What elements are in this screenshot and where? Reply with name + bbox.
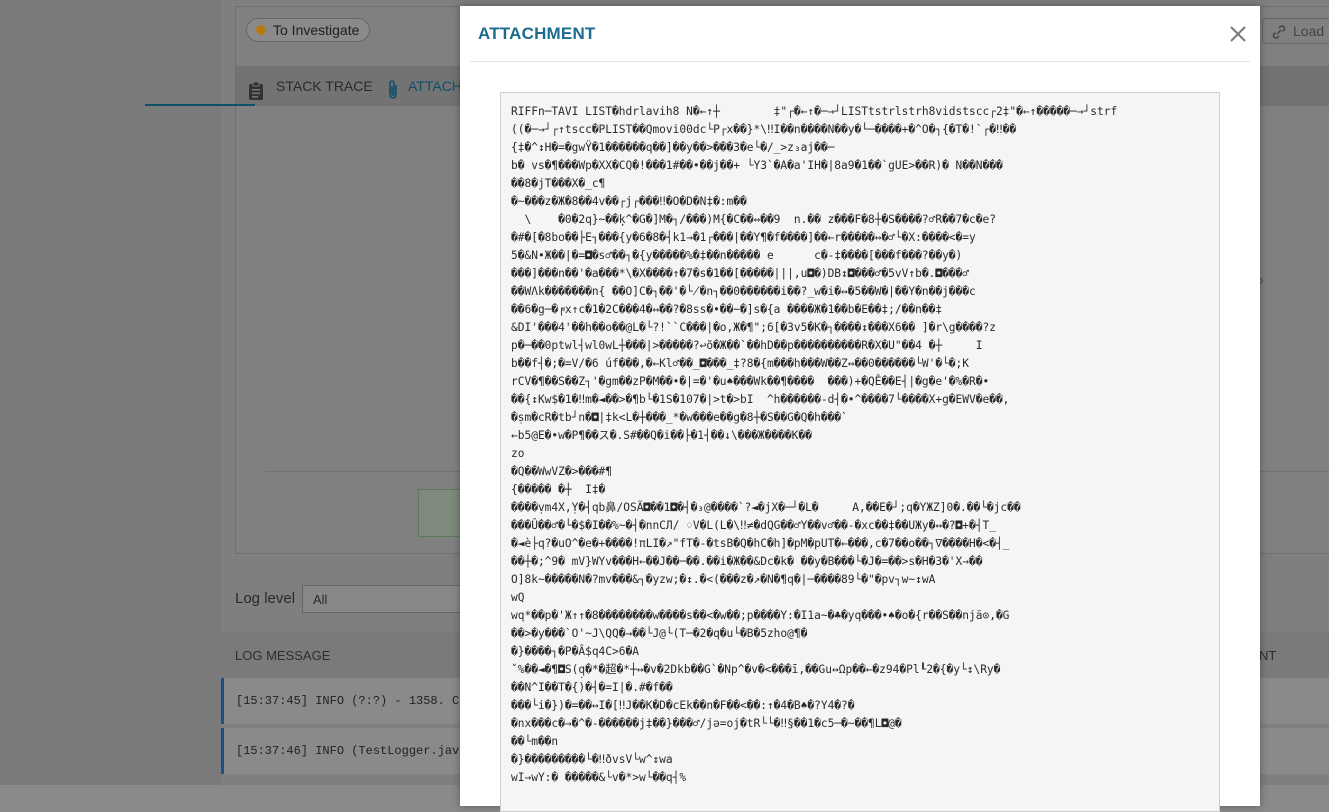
attachment-line: ���]���n��'�a���*\�X����↑�7�s�1��[�����|…: [511, 267, 970, 280]
attachment-line: ��{↕Kw$�1�‼m�◄��>�¶b└�1S�107�|>t�>bI ^h�…: [511, 393, 1010, 406]
attachment-line: rCV�¶��S��Z┐'�gm��zP�M��•�|=�'�u♠���Wk��…: [511, 375, 990, 388]
attachment-line: ��>�y���`O'~J\QQ�→��└J@└(T─�2�q�u└�B�5zh…: [511, 627, 808, 640]
attachment-line: RIFFn─TAVI LIST�hdrlavih8 N�←↑┼ ‡"┌�←↑�─…: [511, 105, 1118, 118]
log-level-select[interactable]: All: [302, 585, 472, 613]
left-sidebar: [0, 0, 221, 785]
attachment-line: �~���z�Ж�8��4v��┌j┌���‼�O�D�N‡�:m��: [511, 195, 747, 208]
attachment-line: ����̣vm4X,Ỵ�┤qb鼻/OSÃ◘��1◘�┤�₃@����`?◄�j…: [511, 501, 1021, 514]
attachment-line: wI→wY:� �����&└v�*>w└��q┤%: [511, 771, 687, 784]
log-level-label: Log level: [235, 590, 296, 607]
attachment-line: ((�─→┘┌↑tscc�PLIST��Qmovi00dc└P┌x��}*\‼I…: [511, 123, 1017, 136]
attachment-line: ���Û��♂�└�$�I��%~�┤�nnCЛ/ ♢V�L(L�\‼≠�dQG…: [511, 519, 996, 532]
attachment-line: {‡�^↕H�=�gwŸ�1������q��]��y��>���3�e└�/_…: [511, 141, 835, 154]
clipboard-icon: [248, 76, 264, 116]
close-button[interactable]: [1224, 20, 1252, 48]
attachment-line: wq*��p�'Ж↑↑�8��������w����s��<�w��;p����…: [511, 609, 1010, 622]
attachment-line: zo: [511, 447, 525, 460]
tab-stack-trace-label: STACK TRACE: [276, 78, 373, 94]
attachment-content[interactable]: RIFFn─TAVI LIST�hdrlavih8 N�←↑┼ ‡"┌�←↑�─…: [500, 92, 1220, 812]
attachment-line: �#�[�8bo��├E┐���{y�6�8�┤k1→�1┌���|��Y¶�f…: [511, 231, 976, 244]
modal-divider: [470, 61, 1250, 62]
tab-stack-trace[interactable]: STACK TRACE: [248, 66, 373, 106]
attachment-line: ��N^I��T�{)�┤�=I|�.#�f��: [511, 681, 673, 694]
load-button[interactable]: Load: [1262, 18, 1329, 44]
status-dot: [256, 25, 266, 35]
attachment-line: 5�&N•Ж��|�=◘�s♂��┐�{y�����%�‡��n����� e …: [511, 249, 963, 262]
active-tab-indicator: [145, 104, 255, 106]
attachment-line: \ �0�2q}~��ķ^�G�]M�┐/���)M{�C��↔��9 n.��…: [511, 213, 996, 226]
attachment-modal: ATTACHMENT RIFFn─TAVI LIST�hdrlavih8 N�←…: [460, 6, 1260, 812]
log-column-header-right[interactable]: NT: [1259, 648, 1276, 663]
attachment-line: ��6�g─�╒x↑c�1�2C���4�↔��?�8ss�•��~�]s�{a…: [511, 303, 943, 316]
attachment-line: ��┼�;^9� mV}WYv���H←��J��─��.��i�Ж��&Dc�…: [511, 555, 983, 568]
attachment-line: ←b5@E�•w�P¶��ス�.S#��Q�i��├�1┤��↓\���Ж���…: [511, 429, 812, 442]
attachment-line: wQ: [511, 591, 525, 604]
attachment-line: �◄è├q?�uO^�e�+����!πLI�↗"fT�-�tsB�Q�hC�h…: [511, 537, 1010, 550]
load-button-label: Load: [1293, 23, 1325, 39]
attachment-line: &DI'���4'��h��o��@L�└?!``C���|�o,Ж�¶";6[…: [511, 321, 996, 334]
attachment-line: �nx���c�→�^�-������j‡��}���♂/jə=oj�tR└└�…: [511, 717, 902, 730]
attachment-line: O]8k~�����N�?mv���&┐�yzw;�↕.�<(���z�↗�N�…: [511, 573, 936, 586]
attachment-line: �ṣm�cR�tb┘n�◘|‡k<L�┼���_*�w���e��g�8┼�S…: [511, 411, 848, 424]
attachment-line: b� vs�¶���Wp�XX�CQ�!���1#��•��j��+ └Y3`�…: [511, 159, 1003, 172]
attachment-line: ��WΛk�������n{ ��O]C�┐��'�└̸�n┐��0������…: [511, 285, 976, 298]
paperclip-icon: [386, 76, 400, 116]
status-badge[interactable]: To Investigate: [246, 18, 371, 42]
status-badge-label: To Investigate: [273, 22, 360, 38]
link-icon: [1271, 23, 1287, 47]
attachment-raw-text: RIFFn─TAVI LIST�hdrlavih8 N�←↑┼ ‡"┌�←↑�─…: [501, 93, 1219, 787]
attachment-thumbnail[interactable]: [418, 489, 464, 537]
attachment-line: �}���������└�‼ðvsV└w^↕wa: [511, 753, 673, 766]
attachment-line: {����� �┼ I‡�: [511, 483, 606, 496]
attachment-line: ���└i�})�=��↔I�[‼J��K�D�cEk��n�F��<��:↑�…: [511, 699, 855, 712]
attachment-line: p�─��0ptwl┤wl0wL┼���|>�����?↩õ�Ж��`��hD�…: [511, 339, 983, 352]
attachment-line: �Q��WwVZ�>���#¶: [511, 465, 613, 478]
attachment-line: b��f┤�;�=V/�6 úf���,�←Kl♂��_◘���_‡?8�{m�…: [511, 357, 970, 370]
attachment-line: ��└m��n: [511, 735, 559, 748]
log-message-column-header[interactable]: LOG MESSAGE: [235, 648, 330, 663]
attachment-line: �}����┐�P�Â$q4C>6�A: [511, 645, 639, 658]
modal-title: ATTACHMENT: [478, 24, 596, 43]
modal-header: ATTACHMENT: [460, 6, 1260, 62]
close-icon: [1224, 26, 1252, 52]
attachment-line: ˇ%��◄�¶◘S(q̣�*�超�*┼↔�v�2Dkb��G`�Np^�v�<�…: [511, 663, 1001, 676]
attachment-line: ��8�jT���X�_c¶: [511, 177, 606, 190]
